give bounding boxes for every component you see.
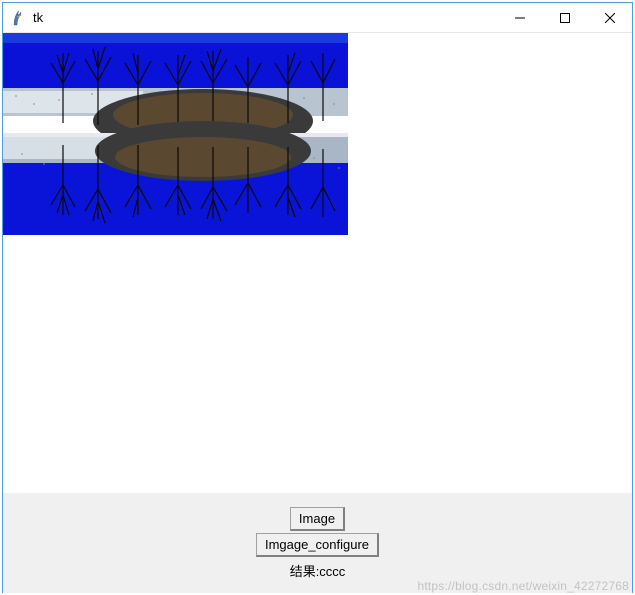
maximize-button[interactable] [542, 3, 587, 32]
window-frame: tk [2, 2, 633, 593]
image-button[interactable]: Image [290, 507, 345, 531]
bottom-panel: Image Imgage_configure 结果:cccc [3, 493, 632, 593]
app-icon [11, 10, 27, 26]
window-title: tk [33, 10, 43, 25]
close-button[interactable] [587, 3, 632, 32]
titlebar[interactable]: tk [3, 3, 632, 33]
window-controls [497, 3, 632, 33]
image-configure-button[interactable]: Imgage_configure [256, 533, 379, 557]
minimize-button[interactable] [497, 3, 542, 32]
result-label: 结果:cccc [290, 561, 346, 580]
content-area: Image Imgage_configure 结果:cccc [3, 33, 632, 593]
displayed-image [3, 33, 348, 235]
